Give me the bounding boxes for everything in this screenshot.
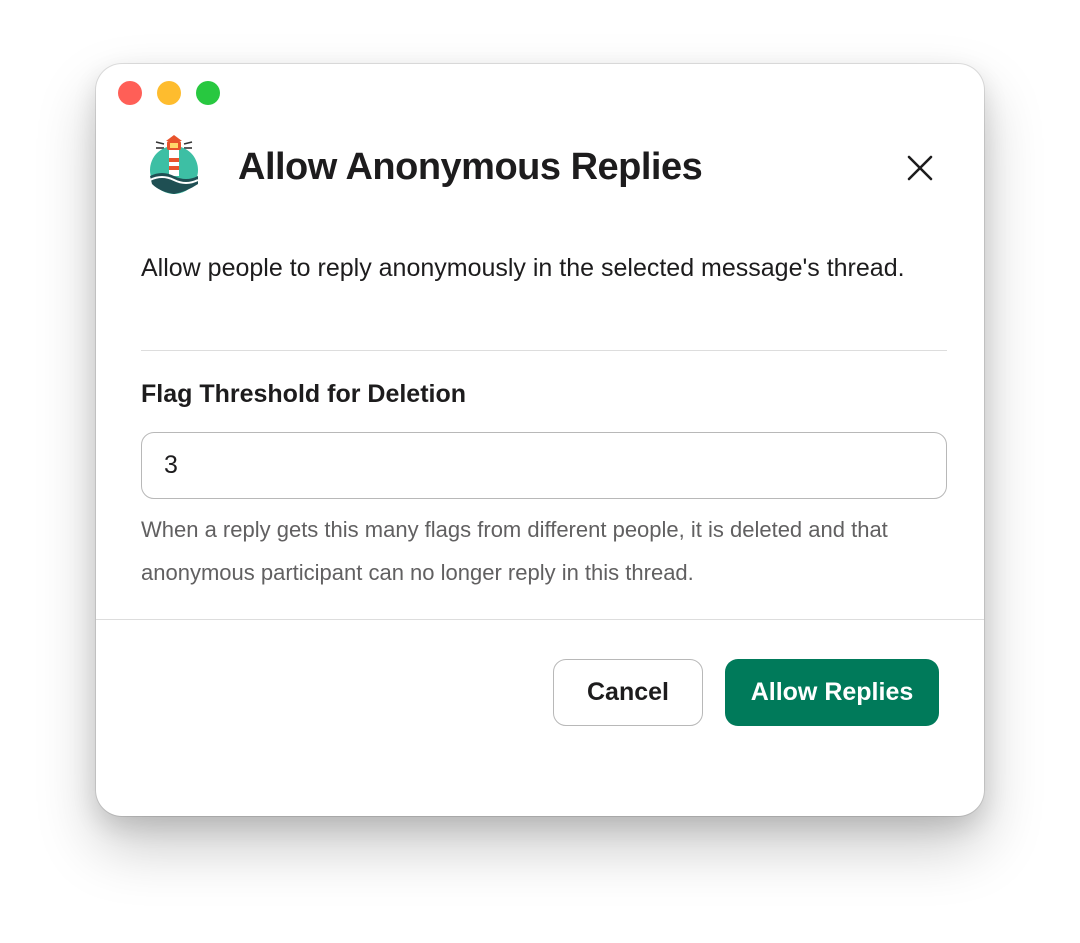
allow-replies-button[interactable]: Allow Replies xyxy=(725,659,939,726)
flag-threshold-help: When a reply gets this many flags from d… xyxy=(141,517,888,585)
window-zoom-button[interactable] xyxy=(196,81,220,105)
footer-divider xyxy=(96,619,984,620)
flag-threshold-input[interactable] xyxy=(141,432,947,499)
window-controls xyxy=(118,81,220,105)
section-divider xyxy=(141,350,947,351)
flag-threshold-label: Flag Threshold for Deletion xyxy=(141,380,467,408)
close-icon[interactable] xyxy=(902,150,938,186)
modal-title: Allow Anonymous Replies xyxy=(238,146,703,188)
lighthouse-logo-icon xyxy=(142,132,206,196)
cancel-button[interactable]: Cancel xyxy=(553,659,703,726)
modal-window: Allow Anonymous Replies Allow people to … xyxy=(96,64,984,816)
window-close-button[interactable] xyxy=(118,81,142,105)
window-minimize-button[interactable] xyxy=(157,81,181,105)
modal-description: Allow people to reply anonymously in the… xyxy=(141,254,905,282)
